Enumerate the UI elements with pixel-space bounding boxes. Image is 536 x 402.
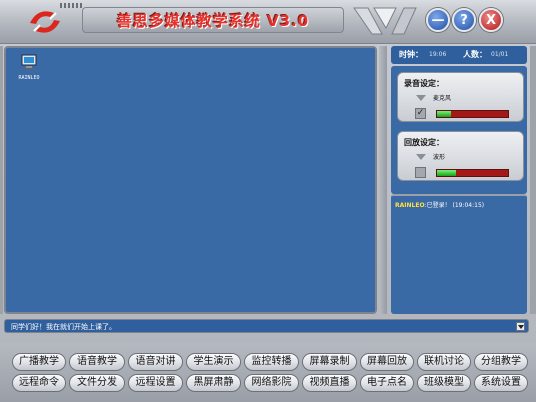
- message-bar[interactable]: 同学们好！我在就们开始上课了。: [4, 319, 529, 333]
- panel-splitter[interactable]: [379, 46, 387, 314]
- screen-record-button[interactable]: 屏幕录制: [302, 353, 357, 371]
- online-discussion-button[interactable]: 联机讨论: [417, 353, 471, 371]
- record-settings: 录音设定： 麦克风 ✓: [397, 72, 524, 122]
- playback-settings: 回放设定： 波形: [397, 131, 524, 181]
- right-edge: [530, 46, 536, 314]
- group-teaching-button[interactable]: 分组教学: [474, 353, 528, 371]
- count-label: 人数：: [463, 50, 487, 59]
- voice-teaching-button[interactable]: 语音教学: [69, 353, 125, 371]
- message-text[interactable]: 同学们好！我在就们开始上课了。: [11, 322, 116, 332]
- app-title: 善思多媒体教学系统 V3.0: [116, 12, 310, 30]
- file-distribute-button[interactable]: 文件分发: [69, 374, 125, 392]
- count-value: 01/01: [491, 51, 509, 58]
- title-plate: 善思多媒体教学系统 V3.0: [82, 7, 344, 33]
- record-checkbox[interactable]: ✓: [415, 108, 426, 119]
- broadcast-teaching-button[interactable]: 广播教学: [12, 353, 66, 371]
- voice-intercom-button[interactable]: 语音对讲: [128, 353, 183, 371]
- screen-playback-button[interactable]: 屏幕回放: [360, 353, 414, 371]
- computer-icon: [21, 54, 37, 70]
- log-entry: RAINLEO:已登录！ (19:04:15): [395, 200, 484, 209]
- remote-command-button[interactable]: 远程命令: [12, 374, 66, 392]
- playback-checkbox[interactable]: [415, 167, 426, 178]
- playback-dropdown-arrow-icon[interactable]: [416, 154, 426, 160]
- record-level-meter[interactable]: [436, 110, 509, 118]
- video-live-button[interactable]: 视频直播: [302, 374, 357, 392]
- log-user: RAINLEO: [395, 202, 425, 209]
- close-button[interactable]: X: [479, 8, 503, 32]
- monitor-relay-button[interactable]: 监控转播: [244, 353, 299, 371]
- student-computer[interactable]: RAINLEO: [16, 54, 42, 81]
- title-grip: [60, 3, 82, 8]
- help-button[interactable]: ?: [452, 8, 476, 32]
- student-name: RAINLEO: [18, 75, 40, 81]
- login-log: RAINLEO:已登录！ (19:04:15): [391, 194, 527, 314]
- roll-call-button[interactable]: 电子点名: [360, 374, 414, 392]
- record-device[interactable]: 麦克风: [433, 93, 451, 102]
- black-screen-button[interactable]: 黑屏肃静: [186, 374, 241, 392]
- system-settings-button[interactable]: 系统设置: [474, 374, 528, 392]
- status-bar: 时钟： 19:06 人数： 01/01: [391, 46, 527, 64]
- playback-device[interactable]: 波形: [433, 152, 445, 161]
- record-level-fill: [437, 111, 452, 117]
- function-button-bar: 广播教学 语音教学 语音对讲 学生演示 监控转播 屏幕录制 屏幕回放 联机讨论 …: [0, 342, 536, 402]
- decorative-swoosh-icon: [353, 7, 417, 35]
- playback-title: 回放设定：: [404, 138, 444, 147]
- clock-label: 时钟：: [399, 50, 423, 59]
- record-dropdown-arrow-icon[interactable]: [416, 95, 426, 101]
- clock-value: 19:06: [429, 51, 447, 58]
- student-view-area[interactable]: RAINLEO: [4, 46, 377, 314]
- message-dropdown-button[interactable]: [516, 322, 525, 331]
- playback-level-fill: [437, 170, 457, 176]
- network-cinema-button[interactable]: 网络影院: [244, 374, 299, 392]
- student-demo-button[interactable]: 学生演示: [186, 353, 241, 371]
- minimize-button[interactable]: —: [426, 8, 450, 32]
- record-title: 录音设定：: [404, 79, 444, 88]
- playback-level-meter[interactable]: [436, 169, 509, 177]
- remote-settings-button[interactable]: 远程设置: [128, 374, 183, 392]
- class-model-button[interactable]: 班级模型: [417, 374, 471, 392]
- app-logo-icon: [30, 11, 60, 33]
- left-edge: [0, 46, 3, 314]
- log-message: :已登录！ (19:04:15): [424, 202, 485, 209]
- title-bar[interactable]: 善思多媒体教学系统 V3.0 — ? X: [0, 0, 536, 44]
